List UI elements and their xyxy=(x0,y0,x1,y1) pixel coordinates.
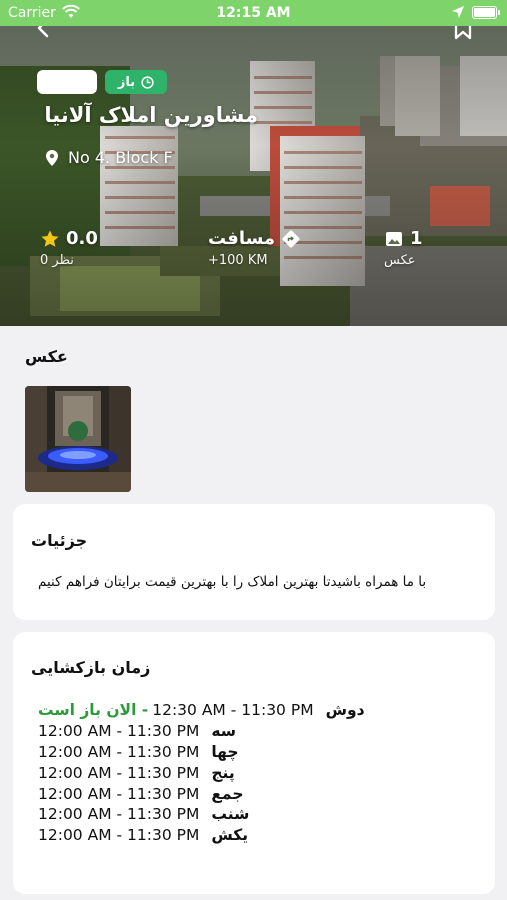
status-bar: Carrier 12:15 AM xyxy=(0,0,507,26)
hours-time: 12:00 AM - 11:30 PM xyxy=(38,826,200,844)
hours-day: یکش xyxy=(211,826,249,844)
hours-day: پنج xyxy=(211,764,235,782)
distance-stat: مسافت +100 KM xyxy=(208,228,301,268)
open-status-label: باز xyxy=(117,74,136,90)
hours-time: 12:30 AM - 11:30 PM xyxy=(152,701,314,719)
rating-stat: 0.0 0 نظر xyxy=(40,228,98,268)
hours-time: 12:00 AM - 11:30 PM xyxy=(38,805,200,823)
rating-count: 0 نظر xyxy=(40,253,74,268)
category-badge xyxy=(37,70,97,94)
page-title: مشاورین املاک آلانیا xyxy=(44,103,258,127)
hours-row-0: - الان باز است 12:30 AM - 11:30 PM دوش xyxy=(38,701,365,719)
status-time: 12:15 AM xyxy=(216,5,291,21)
hours-row-4: 12:00 AM - 11:30 PM جمع xyxy=(38,785,244,803)
open-status-badge: باز xyxy=(105,70,167,94)
photo-thumbnail[interactable] xyxy=(25,386,131,492)
star-icon xyxy=(41,230,59,247)
hours-day: سه xyxy=(211,722,236,740)
hours-row-1: 12:00 AM - 11:30 PM سه xyxy=(38,722,236,740)
address-text: No 4. Block F xyxy=(68,148,173,167)
details-title: جزئیات xyxy=(31,531,88,550)
address: No 4. Block F xyxy=(44,148,173,167)
location-arrow-icon xyxy=(452,6,464,18)
hours-time: 12:00 AM - 11:30 PM xyxy=(38,743,200,761)
distance-label: مسافت xyxy=(208,228,276,249)
photos-count: 1 xyxy=(410,228,423,249)
hours-time: 12:00 AM - 11:30 PM xyxy=(38,764,200,782)
directions-icon xyxy=(282,229,300,248)
hours-day: جمع xyxy=(211,785,244,803)
hours-row-5: 12:00 AM - 11:30 PM شنب xyxy=(38,805,249,823)
hours-time: 12:00 AM - 11:30 PM xyxy=(38,722,200,740)
office-interior-photo xyxy=(25,386,131,492)
battery-icon xyxy=(472,6,500,19)
hours-row-2: 12:00 AM - 11:30 PM چها xyxy=(38,743,239,761)
hours-day: شنب xyxy=(211,805,250,823)
image-icon xyxy=(386,231,402,246)
hours-day: چها xyxy=(211,743,239,761)
photos-section-title: عکس xyxy=(25,347,68,366)
details-description: با ما همراه باشیدتا بهترین املاک را با ب… xyxy=(38,574,427,590)
hours-row-6: 12:00 AM - 11:30 PM یکش xyxy=(38,826,248,844)
photos-label: عکس xyxy=(384,253,416,268)
clock-icon xyxy=(141,75,154,89)
opening-hours-card: زمان بازکشایی - الان باز است 12:30 AM - … xyxy=(13,632,495,894)
open-now-label: - الان باز است xyxy=(38,701,149,719)
opening-hours-title: زمان بازکشایی xyxy=(31,658,151,677)
map-pin-icon xyxy=(46,149,58,166)
photos-stat: 1 عکس xyxy=(384,228,423,268)
distance-value: +100 KM xyxy=(208,253,268,268)
hours-row-3: 12:00 AM - 11:30 PM پنج xyxy=(38,764,235,782)
hours-day: دوش xyxy=(325,701,365,719)
details-card: جزئیات با ما همراه باشیدتا بهترین املاک … xyxy=(13,504,495,620)
rating-value: 0.0 xyxy=(66,228,98,249)
hours-time: 12:00 AM - 11:30 PM xyxy=(38,785,200,803)
